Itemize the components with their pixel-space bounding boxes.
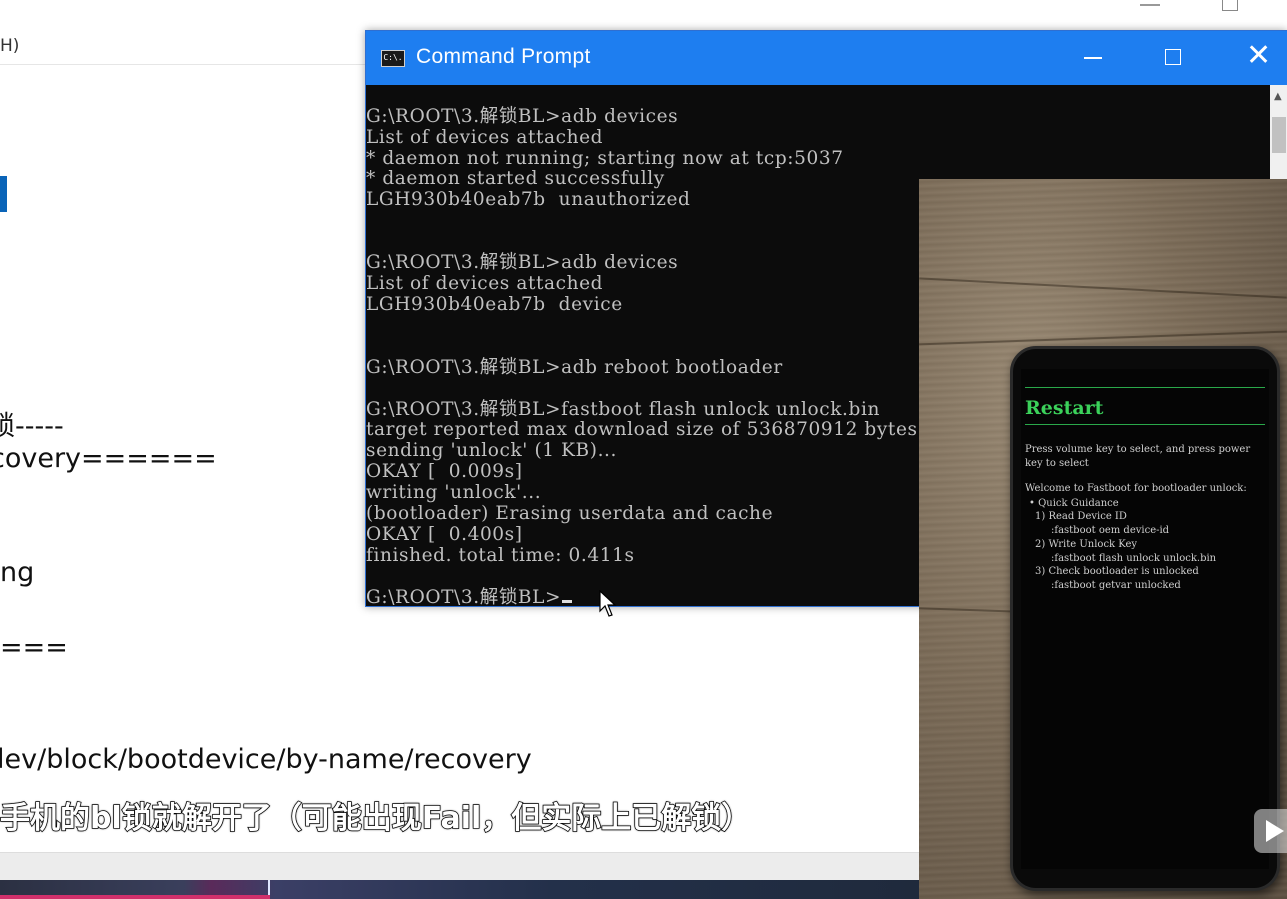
text-selection-highlight [0, 176, 7, 212]
console-line: G:\ROOT\3.解锁BL>adb devices [366, 252, 679, 273]
phone-screen: Restart Press volume key to select, and … [1021, 369, 1269, 869]
phone-rule [1025, 424, 1265, 425]
title-bar[interactable]: C:\. Command Prompt ✕ [366, 31, 1287, 85]
phone-restart-label: Restart [1025, 397, 1104, 419]
wood-seam [919, 607, 1020, 613]
close-icon: ✕ [1246, 38, 1272, 73]
console-line: OKAY [ 0.009s] [366, 461, 523, 482]
console-prompt: G:\ROOT\3.解锁BL> [366, 587, 562, 606]
minimize-icon [1084, 57, 1102, 59]
doc-line-recovery: covery====== [0, 443, 217, 474]
doc-line-lock: 锁----- [0, 411, 64, 442]
video-overlay[interactable]: Restart Press volume key to select, and … [919, 179, 1287, 899]
doc-line-img: ng [0, 557, 35, 588]
wood-seam [919, 277, 1287, 299]
phone-item-cmd: :fastboot flash unlock unlock.bin [1051, 553, 1217, 564]
video-subtitle: 手机的bl锁就解开了（可能出现Fail，但实际上已解锁） [0, 800, 752, 837]
console-line: (bootloader) Erasing userdata and cache [366, 503, 774, 524]
console-line: LGH930b40eab7b unauthorized [366, 189, 691, 210]
console-line: finished. total time: 0.411s [366, 545, 635, 566]
close-button[interactable]: ✕ [1218, 31, 1287, 85]
console-line: target reported max download size of 536… [366, 419, 918, 440]
phone-device: Restart Press volume key to select, and … [1010, 346, 1280, 891]
text-cursor [562, 600, 573, 603]
console-line: G:\ROOT\3.解锁BL>adb devices [366, 106, 679, 127]
document-menubar [0, 30, 370, 65]
console-line: G:\ROOT\3.解锁BL>fastboot flash unlock unl… [366, 399, 880, 420]
maximize-button[interactable] [1134, 31, 1214, 85]
wood-seam [919, 330, 1287, 346]
console-prompt-line[interactable]: G:\ROOT\3.解锁BL> [366, 587, 573, 606]
console-line: LGH930b40eab7b device [366, 294, 623, 315]
phone-item-cmd: :fastboot getvar unlocked [1051, 580, 1181, 591]
mouse-pointer-icon [599, 590, 617, 617]
menu-fragment[interactable]: H) [0, 36, 19, 56]
scroll-thumb[interactable] [1272, 117, 1286, 153]
phone-item: 2) Write Unlock Key [1035, 539, 1138, 550]
doc-line-dev-path: lev/block/bootdevice/by-name/recovery [0, 744, 532, 775]
console-line: G:\ROOT\3.解锁BL>adb reboot bootloader [366, 357, 783, 378]
background-maximize-button[interactable] [1222, 0, 1238, 11]
window-title: Command Prompt [416, 45, 591, 68]
console-line: List of devices attached [366, 273, 604, 294]
console-icon[interactable]: C:\. [381, 50, 405, 67]
scroll-up-icon[interactable]: ▲ [1274, 91, 1282, 102]
console-line: writing 'unlock'... [366, 482, 542, 503]
phone-rule [1025, 387, 1265, 388]
minimize-button[interactable] [1052, 31, 1132, 85]
phone-item-cmd: :fastboot oem device-id [1051, 525, 1170, 536]
phone-instructions: key to select [1025, 458, 1089, 469]
phone-quick-guidance: • Quick Guidance [1029, 498, 1119, 509]
console-line: sending 'unlock' (1 KB)... [366, 440, 618, 461]
play-icon[interactable] [1254, 809, 1287, 853]
console-line: * daemon started successfully [366, 168, 665, 189]
maximize-icon [1165, 49, 1181, 65]
phone-item: 1) Read Device ID [1035, 511, 1127, 522]
phone-instructions: Press volume key to select, and press po… [1025, 444, 1251, 455]
horizontal-scrollbar[interactable] [0, 852, 920, 881]
taskbar-accent [0, 895, 270, 899]
console-line: List of devices attached [366, 127, 604, 148]
console-line: * daemon not running; starting now at tc… [366, 148, 844, 169]
background-minimize-button[interactable] [1140, 2, 1160, 6]
phone-item: 3) Check bootloader is unlocked [1035, 566, 1199, 577]
phone-welcome: Welcome to Fastboot for bootloader unloc… [1025, 483, 1247, 494]
doc-line-equals: === [0, 632, 68, 663]
console-line: OKAY [ 0.400s] [366, 524, 523, 545]
